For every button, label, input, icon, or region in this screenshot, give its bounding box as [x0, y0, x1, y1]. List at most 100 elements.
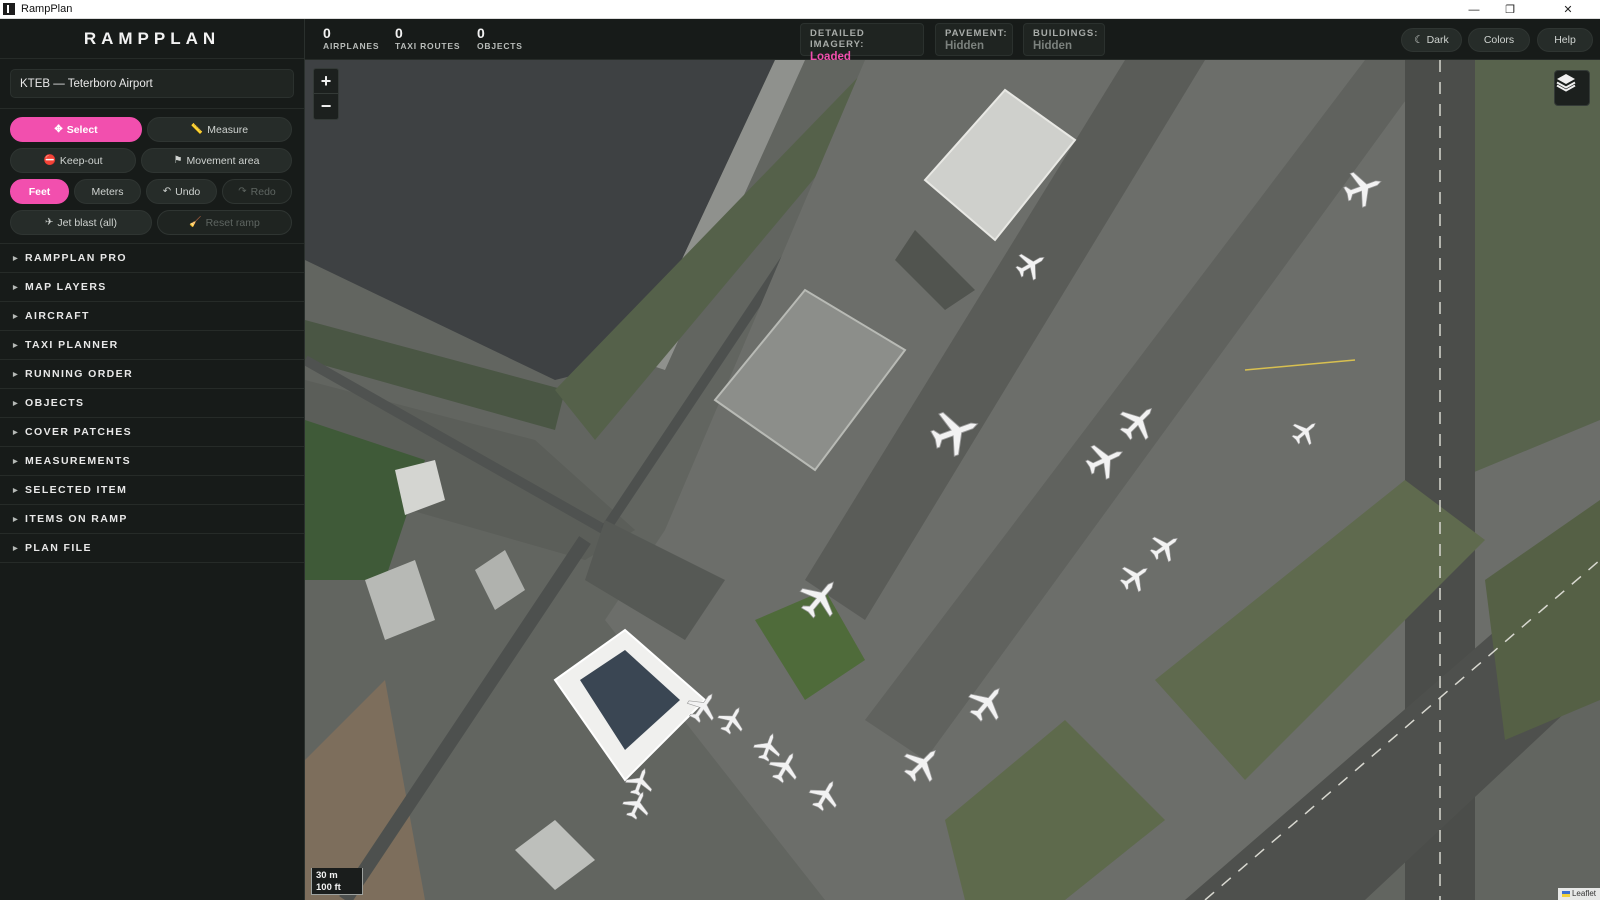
objects-label: OBJECTS	[477, 41, 523, 51]
taxi-routes-count: 0	[395, 25, 403, 41]
movement-area-button[interactable]: ⚑ Movement area	[141, 148, 292, 173]
buildings-key: BUILDINGS:	[1033, 28, 1099, 39]
zoom-out-button[interactable]: −	[314, 94, 338, 119]
zoom-in-button[interactable]: +	[314, 69, 338, 94]
section-running-order[interactable]: ▶ RUNNING ORDER	[0, 360, 304, 389]
crosshair-icon: ✥	[54, 124, 63, 135]
airplanes-stat: 0 AIRPLANES	[323, 25, 379, 51]
layers-icon	[1556, 74, 1576, 92]
jet-blast-label: Jet blast (all)	[57, 216, 117, 229]
undo-icon: ↶	[162, 186, 172, 197]
section-aircraft[interactable]: ▶ AIRCRAFT	[0, 302, 304, 331]
select-tool-label: Select	[66, 123, 98, 136]
movement-area-label: Movement area	[186, 154, 260, 167]
pavement-status: PAVEMENT: Hidden	[935, 23, 1013, 56]
undo-button[interactable]: ↶ Undo	[146, 179, 217, 204]
reset-ramp-label: Reset ramp	[205, 216, 260, 229]
meters-unit-button[interactable]: Meters	[74, 179, 141, 204]
select-tool-button[interactable]: ✥ Select	[10, 117, 142, 142]
no-entry-icon: ⛔	[43, 155, 56, 166]
redo-icon: ↷	[238, 186, 247, 197]
undo-label: Undo	[175, 185, 201, 198]
section-list: ▶ RAMPPLAN PRO ▶ MAP LAYERS ▶ AIRCRAFT ▶ TAX…	[0, 244, 304, 563]
satellite-imagery	[305, 60, 1600, 900]
section-cover-patches[interactable]: ▶ COVER PATCHES	[0, 418, 304, 447]
measure-tool-label: Measure	[207, 123, 249, 136]
section-taxi-planner[interactable]: ▶ TAXI PLANNER	[0, 331, 304, 360]
buildings-status: BUILDINGS: Hidden	[1023, 23, 1105, 56]
scale-feet: 100 ft	[316, 882, 341, 893]
caret-right-icon: ▶	[13, 400, 20, 407]
section-map-layers[interactable]: ▶ MAP LAYERS	[0, 273, 304, 302]
section-items-on-ramp[interactable]: ▶ ITEMS ON RAMP	[0, 505, 304, 534]
section-label: RUNNING ORDER	[25, 368, 134, 380]
section-objects[interactable]: ▶ OBJECTS	[0, 389, 304, 418]
map-view[interactable]: + − 30 m 100 ft Leaflet	[305, 60, 1600, 900]
measure-tool-button[interactable]: 📏 Measure	[147, 117, 292, 142]
section-rampplan-pro[interactable]: ▶ RAMPPLAN PRO	[0, 244, 304, 273]
feet-unit-button[interactable]: Feet	[10, 179, 69, 204]
section-selected-item[interactable]: ▶ SELECTED ITEM	[0, 476, 304, 505]
pavement-value: Hidden	[945, 40, 984, 52]
minimize-button[interactable]: —	[1456, 0, 1492, 19]
caret-right-icon: ▶	[13, 487, 20, 494]
airplanes-count: 0	[323, 25, 331, 41]
section-label: COVER PATCHES	[25, 426, 133, 438]
sidebar: RAMPPLAN KTEB — Teterboro Airport ✥ Sele…	[0, 19, 305, 900]
objects-stat: 0 OBJECTS	[477, 25, 523, 51]
ruler-icon: 📏	[190, 124, 204, 135]
section-label: MEASUREMENTS	[25, 455, 132, 467]
colors-button[interactable]: Colors	[1468, 28, 1530, 52]
caret-right-icon: ▶	[13, 284, 20, 291]
pavement-key: PAVEMENT:	[945, 28, 1008, 39]
window-titlebar: RampPlan — ❐ ✕	[0, 0, 1600, 19]
detailed-imagery-key: DETAILED IMAGERY:	[810, 28, 865, 50]
section-label: MAP LAYERS	[25, 281, 107, 293]
caret-right-icon: ▶	[13, 313, 20, 320]
jet-blast-icon: ✈	[45, 217, 54, 228]
keepout-tool-button[interactable]: ⛔ Keep-out	[10, 148, 136, 173]
window-title: RampPlan	[21, 3, 73, 15]
objects-count: 0	[477, 25, 485, 41]
jet-blast-button[interactable]: ✈ Jet blast (all)	[10, 210, 152, 235]
airport-selector[interactable]: KTEB — Teterboro Airport	[10, 69, 294, 98]
section-label: OBJECTS	[25, 397, 85, 409]
attribution-text: Leaflet	[1571, 889, 1596, 898]
broom-icon: 🧹	[189, 217, 202, 228]
caret-right-icon: ▶	[13, 429, 20, 436]
restore-button[interactable]: ❐	[1492, 0, 1528, 19]
keepout-tool-label: Keep-out	[59, 154, 103, 167]
caret-right-icon: ▶	[13, 545, 20, 552]
redo-label: Redo	[250, 185, 276, 198]
redo-button[interactable]: ↷ Redo	[222, 179, 292, 204]
caret-right-icon: ▶	[13, 458, 20, 465]
flag-icon: ⚑	[173, 155, 183, 166]
caret-right-icon: ▶	[13, 342, 20, 349]
scale-meters: 30 m	[316, 870, 338, 881]
section-label: PLAN FILE	[25, 542, 92, 554]
help-button[interactable]: Help	[1537, 28, 1593, 52]
app-icon	[3, 3, 15, 15]
buildings-value: Hidden	[1033, 40, 1072, 52]
zoom-control: + −	[313, 68, 339, 120]
section-measurements[interactable]: ▶ MEASUREMENTS	[0, 447, 304, 476]
airplanes-label: AIRPLANES	[323, 41, 380, 51]
section-label: RAMPPLAN PRO	[25, 252, 127, 264]
section-plan-file[interactable]: ▶ PLAN FILE	[0, 534, 304, 563]
close-button[interactable]: ✕	[1550, 0, 1586, 19]
caret-right-icon: ▶	[13, 371, 20, 378]
taxi-routes-label: TAXI ROUTES	[395, 41, 461, 51]
detailed-imagery-status: DETAILED IMAGERY: Loaded	[800, 23, 924, 63]
reset-ramp-button[interactable]: 🧹 Reset ramp	[157, 210, 292, 235]
caret-right-icon: ▶	[13, 255, 20, 262]
top-stats-bar: 0 AIRPLANES 0 TAXI ROUTES 0 OBJECTS DETA…	[305, 19, 1600, 63]
section-label: TAXI PLANNER	[25, 339, 119, 351]
map-attribution[interactable]: Leaflet	[1557, 888, 1600, 900]
layers-button[interactable]	[1554, 70, 1590, 106]
caret-right-icon: ▶	[13, 516, 20, 523]
map-scale-bar: 30 m 100 ft	[311, 868, 363, 895]
section-label: SELECTED ITEM	[25, 484, 128, 496]
dark-mode-button[interactable]: ☾ Dark	[1401, 28, 1462, 52]
section-label: AIRCRAFT	[25, 310, 90, 322]
tool-panel: ✥ Select 📏 Measure ⛔ Keep-out ⚑ Movement…	[0, 108, 304, 244]
